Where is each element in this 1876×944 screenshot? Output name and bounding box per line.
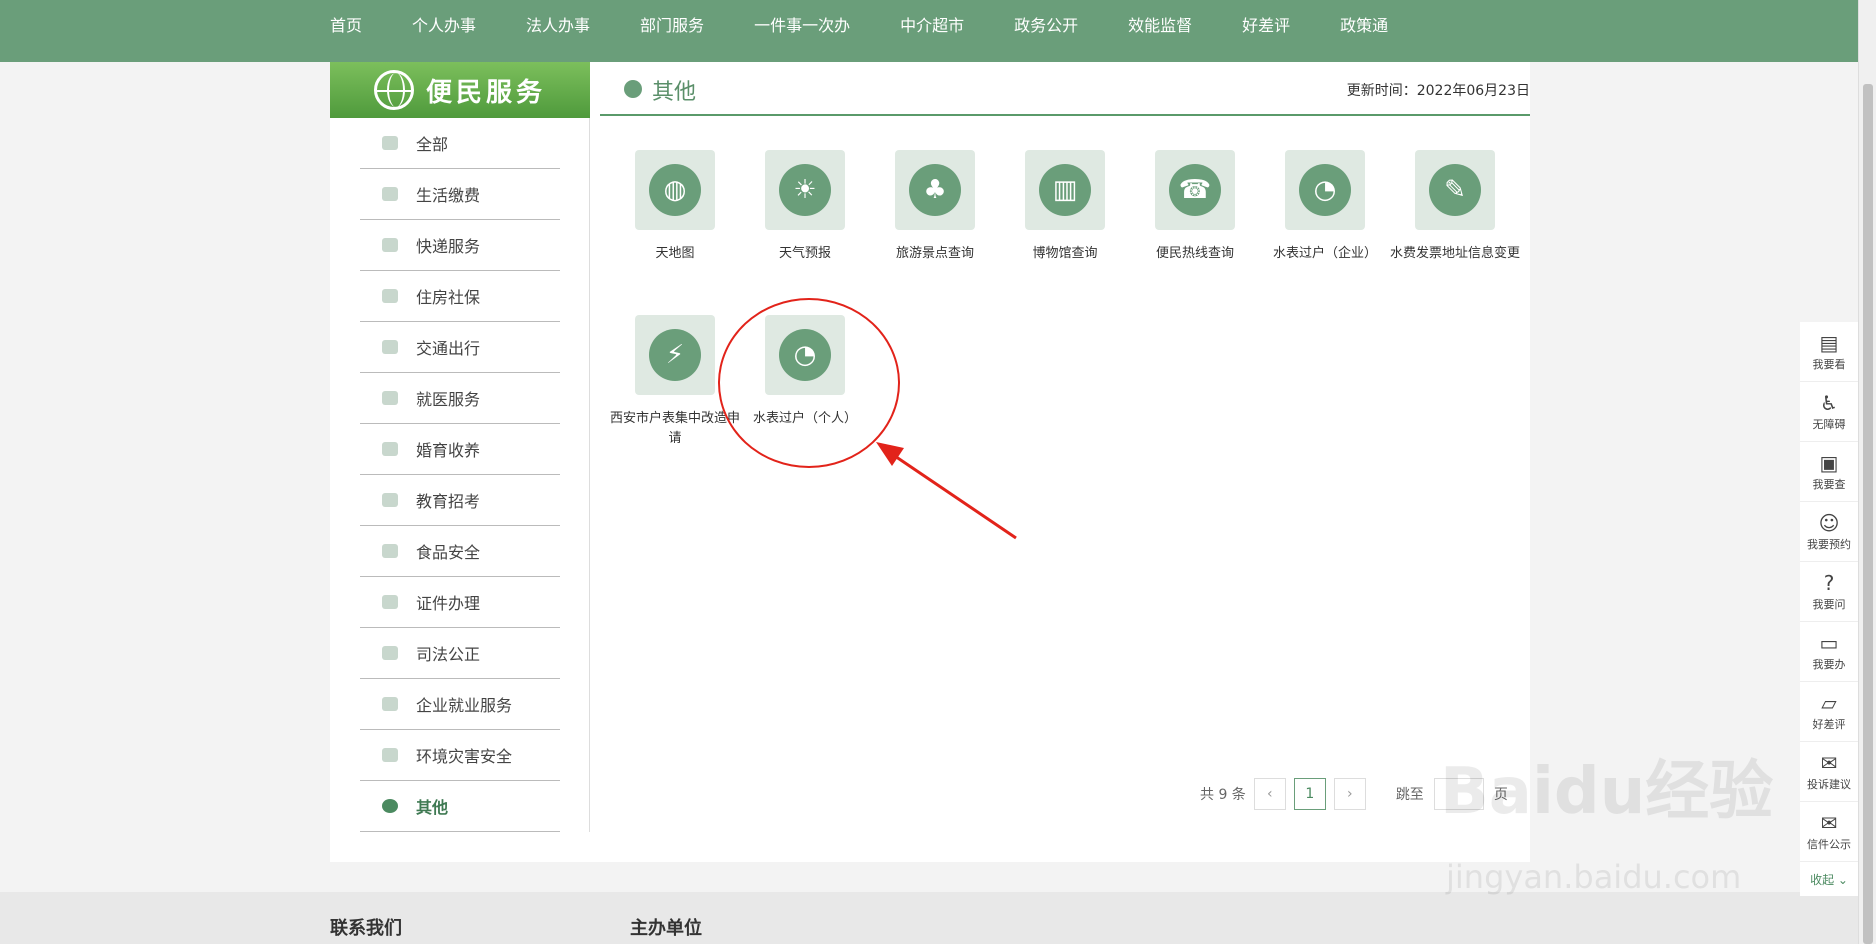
nav-item-agency-market[interactable]: 中介超市 [900,12,964,36]
phone-icon: ☎ [1169,164,1221,216]
id-card-icon [382,595,398,609]
grid-icon [382,136,398,150]
sidebar-title: 便民服务 [426,77,547,108]
building-icon: ▥ [1039,164,1091,216]
baidu-watermark-logo: Baidu经验 [1440,755,1774,829]
toolbar-evaluation-button[interactable]: ▱ 好差评 [1800,682,1858,742]
water-meter-icon: ◔ [1299,164,1351,216]
palm-tree-icon: ♣ [909,164,961,216]
next-page-button[interactable]: › [1333,778,1366,810]
toolbar-complaint-button[interactable]: ✉ 投诉建议 [1800,742,1858,802]
sidebar-item-housing[interactable]: 住房社保 [360,271,560,322]
justice-icon [382,646,398,660]
question-icon: ? [1823,570,1835,595]
page-1-button[interactable]: 1 [1293,778,1326,810]
right-toolbar: ▤ 我要看 ♿ 无障碍 ▣ 我要查 ☺ 我要预约 ? 我要问 ▭ 我要办 ▱ 好差评 ✉ 投诉建… [1800,322,1858,896]
scrollbar-thumb[interactable] [1863,84,1873,944]
sidebar-item-express[interactable]: 快递服务 [360,220,560,271]
sidebar-item-food-safety[interactable]: 食品安全 [360,526,560,577]
footer-contact: 联系我们 [330,918,402,939]
page-title: 其他 [652,80,697,105]
graduation-cap-icon [382,493,398,507]
top-nav-menu: 首页 个人办事 法人办事 部门服务 一件事一次办 中介超市 政务公开 效能监督 … [330,0,1438,48]
search-doc-icon: ▣ [1819,450,1839,475]
edit-icon: ✎ [1429,164,1481,216]
yen-icon [382,187,398,201]
view-icon: ▤ [1819,330,1839,355]
nav-item-supervision[interactable]: 效能监督 [1128,12,1192,36]
pagination-total: 共 9 条 [1200,787,1246,803]
nav-item-legal-entity[interactable]: 法人办事 [526,12,590,36]
service-item-hotline[interactable]: ☎ 便民热线查询 [1130,150,1260,264]
house-icon [382,289,398,303]
sidebar-item-other[interactable]: 其他 [360,781,560,832]
globe-icon [374,70,414,110]
nav-item-policy[interactable]: 政策通 [1340,12,1388,36]
service-item-invoice-address[interactable]: ✎ 水费发票地址信息变更 [1390,150,1520,264]
nav-item-gov-affairs[interactable]: 政务公开 [1014,12,1078,36]
sidebar-item-disaster[interactable]: 环境灾害安全 [360,730,560,781]
sidebar-list: 全部 生活缴费 快递服务 住房社保 交通出行 就医服务 婚育收养 教育招考 食品… [360,118,560,832]
service-item-tianditu[interactable]: ◍ 天地图 [610,150,740,264]
letter-icon: ✉ [1820,810,1838,835]
top-nav-bar: 首页 个人办事 法人办事 部门服务 一件事一次办 中介超市 政务公开 效能监督 … [0,0,1858,62]
medical-kit-icon [382,391,398,405]
sidebar-item-transport[interactable]: 交通出行 [360,322,560,373]
nav-item-one-stop[interactable]: 一件事一次办 [754,12,850,36]
prev-page-button[interactable]: ‹ [1253,778,1286,810]
update-time: 更新时间：2022年06月23日 [1346,83,1530,99]
accessibility-icon: ♿ [1820,390,1838,415]
service-item-museum[interactable]: ▥ 博物馆查询 [1000,150,1130,264]
jump-label: 跳至 [1395,787,1424,803]
food-icon [382,544,398,558]
toolbar-letters-button[interactable]: ✉ 信件公示 [1800,802,1858,862]
content-header: 其他 更新时间：2022年06月23日 [600,62,1530,116]
toolbar-view-button[interactable]: ▤ 我要看 [1800,322,1858,382]
sidebar-header: 便民服务 [330,62,590,118]
sidebar-item-medical[interactable]: 就医服务 [360,373,560,424]
more-icon [624,80,642,98]
user-icon: ☺ [1818,510,1840,535]
toolbar-search-button[interactable]: ▣ 我要查 [1800,442,1858,502]
mail-icon: ✉ [1820,750,1838,775]
family-icon [382,442,398,456]
service-item-water-meter-enterprise[interactable]: ◔ 水表过户（企业） [1260,150,1390,264]
briefcase-icon: ▭ [1819,630,1839,655]
toolbar-collapse-button[interactable]: 收起 ⌄ [1800,862,1858,896]
sidebar-item-employment[interactable]: 企业就业服务 [360,679,560,730]
comment-icon: ▱ [1821,690,1837,715]
gear-icon [382,697,398,711]
sidebar-item-justice[interactable]: 司法公正 [360,628,560,679]
vertical-scrollbar[interactable] [1858,0,1876,944]
weather-icon: ☀ [779,164,831,216]
service-item-weather[interactable]: ☀ 天气预报 [740,150,870,264]
toolbar-handle-button[interactable]: ▭ 我要办 [1800,622,1858,682]
footer-host: 主办单位 [630,918,702,939]
more-icon [382,799,398,813]
sidebar-item-education[interactable]: 教育招考 [360,475,560,526]
bus-icon [382,340,398,354]
nav-item-personal[interactable]: 个人办事 [412,12,476,36]
nav-item-department[interactable]: 部门服务 [640,12,704,36]
service-item-tourism[interactable]: ♣ 旅游景点查询 [870,150,1000,264]
energy-icon: ⚡ [649,329,701,381]
sidebar-item-all[interactable]: 全部 [360,118,560,169]
sidebar-item-certificates[interactable]: 证件办理 [360,577,560,628]
nav-item-home[interactable]: 首页 [330,12,362,36]
sidebar-item-marriage[interactable]: 婚育收养 [360,424,560,475]
toolbar-appointment-button[interactable]: ☺ 我要预约 [1800,502,1858,562]
baidu-watermark-url: jingyan.baidu.com [1446,858,1742,896]
package-icon [382,238,398,252]
toolbar-ask-button[interactable]: ? 我要问 [1800,562,1858,622]
globe-icon: ◍ [649,164,701,216]
nav-item-evaluation[interactable]: 好差评 [1242,12,1290,36]
annotation-arrow-icon [876,442,1017,540]
warning-icon [382,748,398,762]
toolbar-accessibility-button[interactable]: ♿ 无障碍 [1800,382,1858,442]
sidebar: 便民服务 全部 生活缴费 快递服务 住房社保 交通出行 就医服务 婚育收养 教育… [330,62,590,832]
sidebar-item-utilities[interactable]: 生活缴费 [360,169,560,220]
footer: 联系我们 主办单位 [0,892,1858,944]
